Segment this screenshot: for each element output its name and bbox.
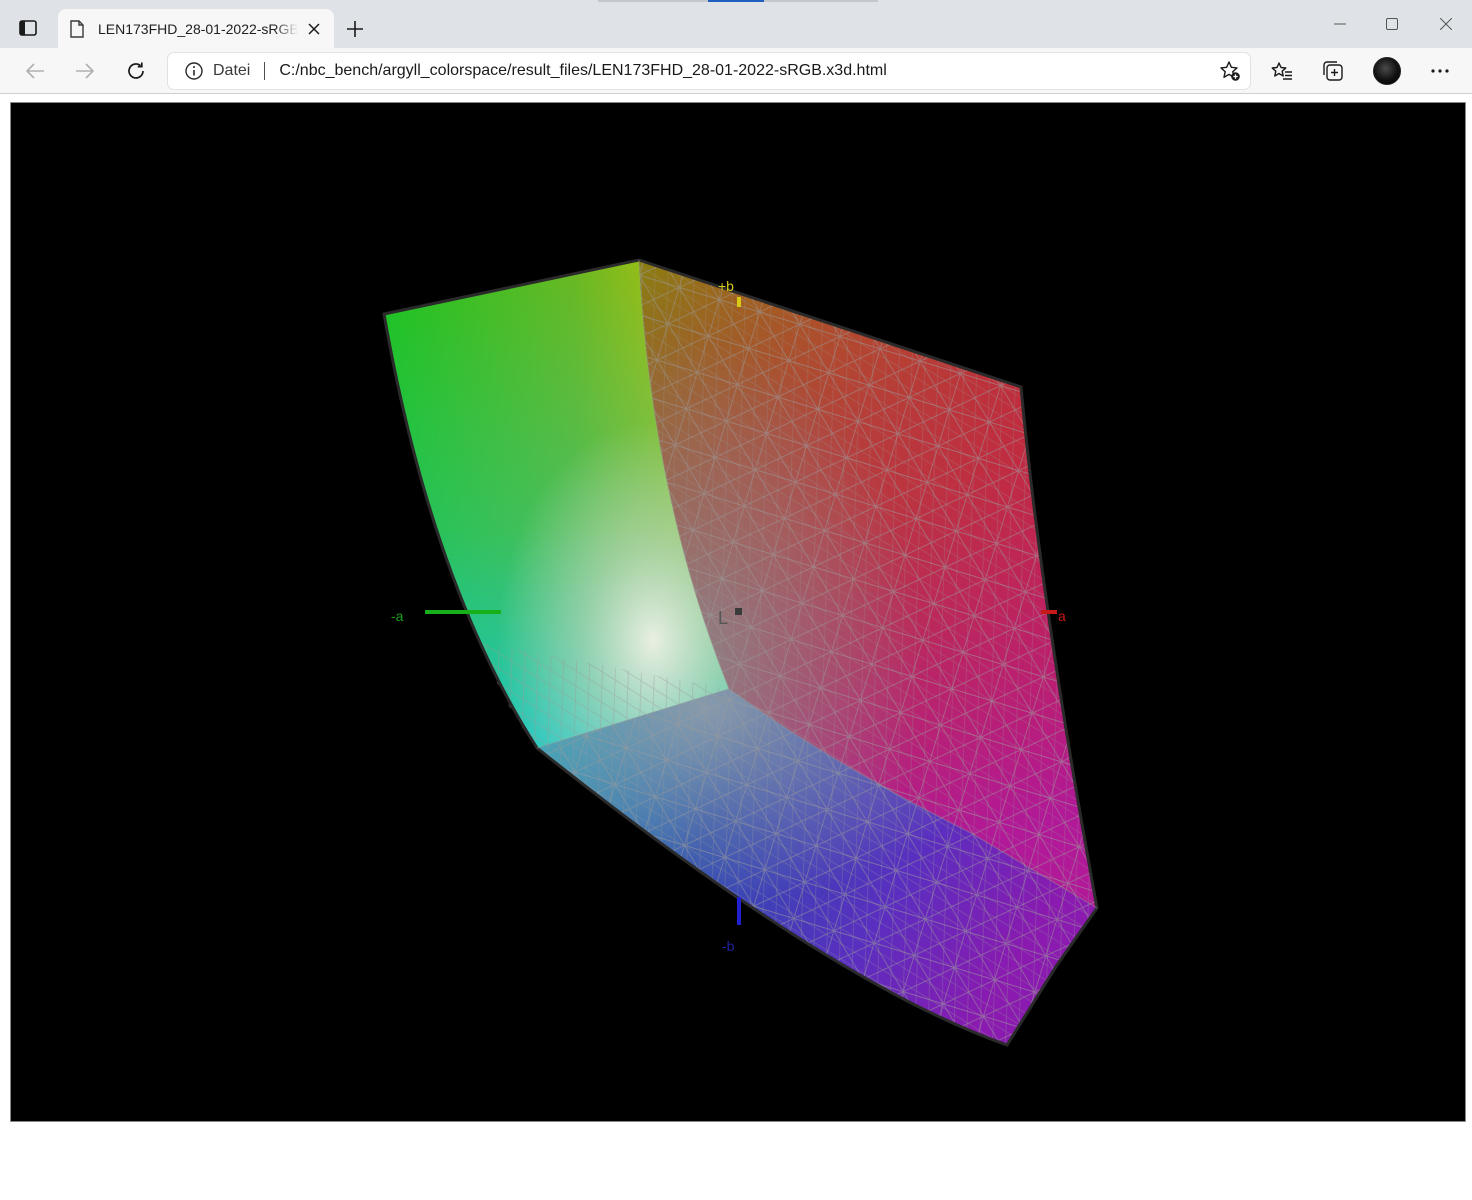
close-icon <box>308 22 320 35</box>
more-icon <box>1431 69 1449 73</box>
close-icon <box>1440 18 1452 30</box>
address-scheme-label: Datei <box>213 62 251 79</box>
maximize-icon <box>1386 18 1398 30</box>
tab-actions-icon <box>19 20 37 36</box>
axis-label-plus-b: +b <box>718 278 734 294</box>
minimize-icon <box>1334 23 1346 25</box>
tab-title: LEN173FHD_28-01-2022-sRGB.x3d.html <box>98 20 298 37</box>
address-separator <box>264 62 266 80</box>
back-button[interactable] <box>18 54 52 88</box>
address-bar[interactable]: Datei C:/nbc_bench/argyll_colorspace/res… <box>168 53 1250 89</box>
avatar <box>1373 57 1401 85</box>
refresh-button[interactable] <box>119 54 153 88</box>
collections-icon <box>1323 61 1343 81</box>
arrow-left-icon <box>25 63 44 79</box>
forward-button[interactable] <box>68 54 102 88</box>
info-icon[interactable] <box>184 61 204 81</box>
tab-strip: LEN173FHD_28-01-2022-sRGB.x3d.html <box>0 0 1472 48</box>
axis-label-plus-a: a <box>1058 608 1066 624</box>
plus-icon <box>347 21 363 37</box>
browser-toolbar: Datei C:/nbc_bench/argyll_colorspace/res… <box>0 48 1472 94</box>
close-tab-button[interactable] <box>304 19 324 39</box>
refresh-icon <box>128 62 144 79</box>
axis-label-minus-b: -b <box>722 938 735 954</box>
minimize-button[interactable] <box>1320 8 1360 40</box>
axis-minus-b: -b <box>722 897 741 954</box>
tabstrip-accent-grey-2 <box>764 0 878 2</box>
active-tab[interactable]: LEN173FHD_28-01-2022-sRGB.x3d.html <box>58 9 334 48</box>
arrow-right-icon <box>76 63 95 79</box>
x3d-gamut-viewer[interactable]: -a a +b -b L <box>10 102 1466 1122</box>
favorites-button[interactable] <box>1265 54 1299 88</box>
maximize-button[interactable] <box>1372 8 1412 40</box>
new-tab-button[interactable] <box>340 14 370 44</box>
star-plus-icon <box>1220 61 1240 81</box>
collections-button[interactable] <box>1316 54 1350 88</box>
gamut-3d-render[interactable]: -a a +b -b L <box>11 103 1465 1121</box>
profile-button[interactable] <box>1370 54 1404 88</box>
settings-menu-button[interactable] <box>1423 54 1457 88</box>
favorites-icon <box>1271 62 1292 80</box>
close-window-button[interactable] <box>1426 8 1466 40</box>
tabstrip-accent-blue <box>708 0 764 2</box>
add-favorite-button[interactable] <box>1218 59 1242 83</box>
tab-actions-button[interactable] <box>8 10 48 46</box>
address-url[interactable]: C:/nbc_bench/argyll_colorspace/result_fi… <box>279 62 886 80</box>
page-icon <box>70 19 88 39</box>
axis-label-minus-a: -a <box>391 608 404 624</box>
axis-label-lightness: L <box>718 608 728 628</box>
tabstrip-accent-grey <box>598 0 708 2</box>
